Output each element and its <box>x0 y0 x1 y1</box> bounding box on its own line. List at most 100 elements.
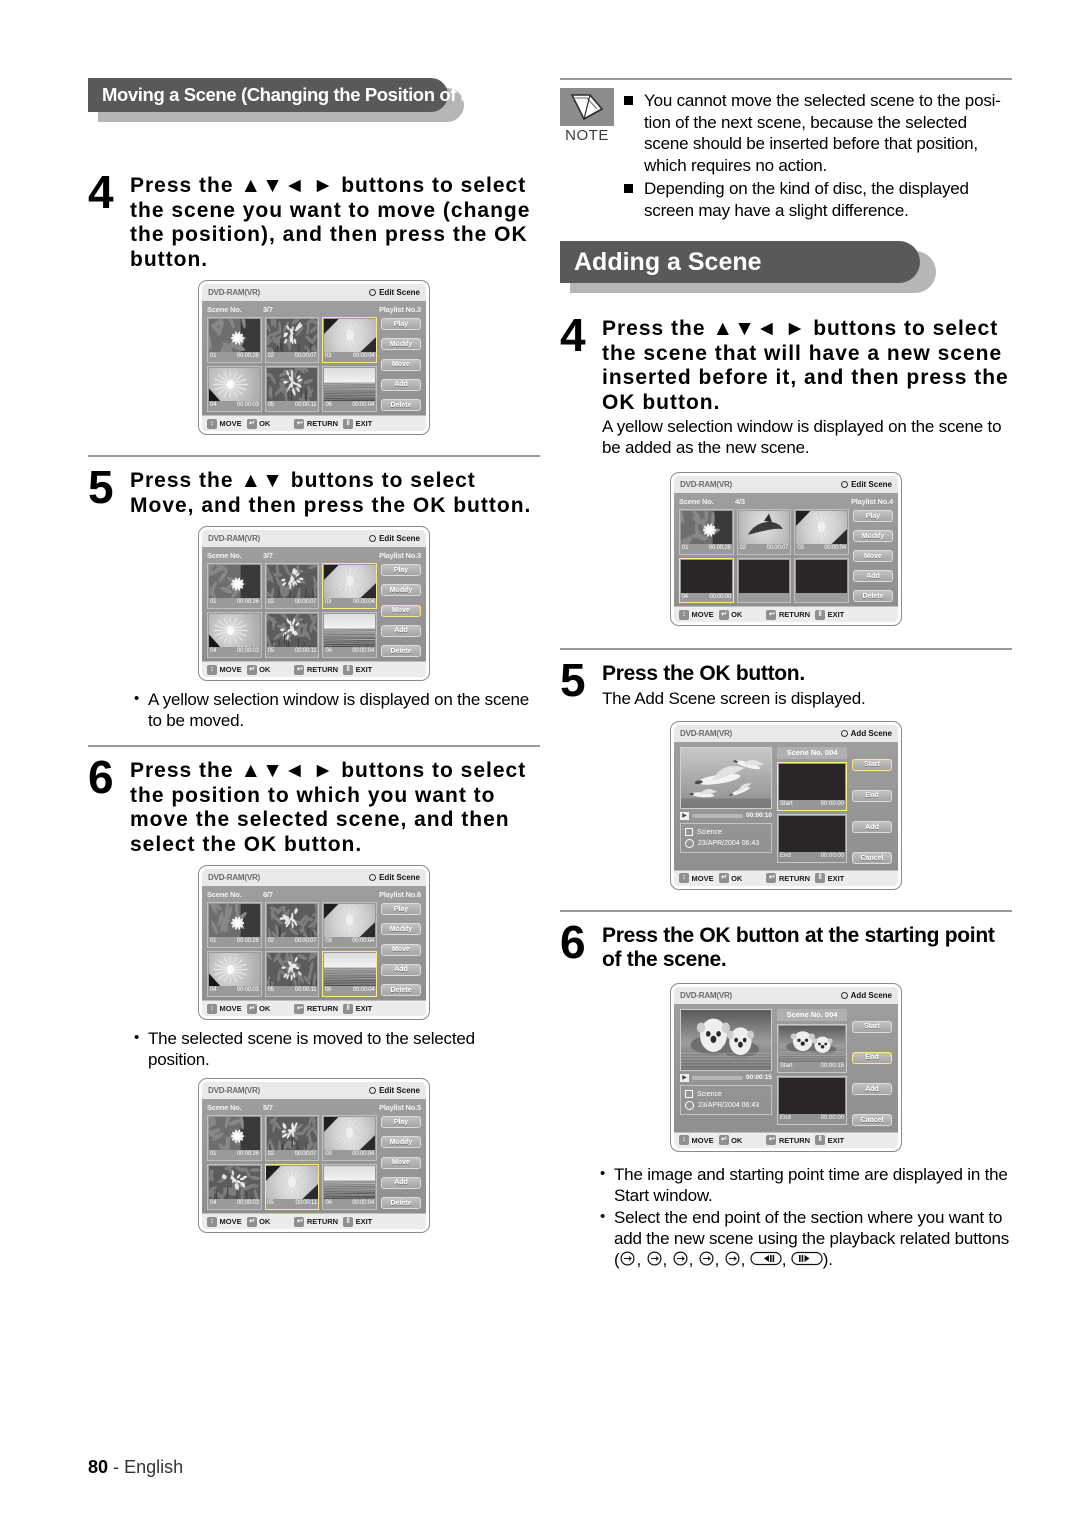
screen-button-modify[interactable]: Modify <box>381 584 421 596</box>
screen-button-play[interactable]: Play <box>381 903 421 915</box>
scene-cell[interactable] <box>794 558 849 603</box>
screen-button-cancel[interactable]: Cancel <box>852 852 892 864</box>
screen-button-start[interactable]: Start <box>852 1021 892 1033</box>
screen-button-add[interactable]: Add <box>852 821 892 833</box>
page-number: 80 <box>88 1457 108 1477</box>
scene-cell[interactable]: 06 00:00:04 <box>322 366 377 412</box>
scene-index: 05 <box>268 986 274 995</box>
playback-button-slow-forward-icon <box>791 1250 823 1271</box>
step-instruction: Press the OK button at the starting poin… <box>602 924 1012 973</box>
scene-cell[interactable]: 03 00:00:04 <box>322 563 377 609</box>
scene-cell[interactable]: 05 00:00:11 <box>265 951 320 997</box>
screen-button-delete[interactable]: Delete <box>381 984 421 996</box>
scene-duration: 00:00:04 <box>353 352 375 361</box>
scene-thumbnail <box>267 1117 318 1150</box>
scene-thumbnail-grid: 01 00:00:26 02 00:00:07 03 00:00:04 04 00:00:03… <box>207 563 377 658</box>
exit-icon: ‖ <box>343 419 353 429</box>
disc-type-label: DVD-RAM(VR) <box>680 480 732 489</box>
scene-cell[interactable]: 05 00:00:11 <box>265 612 320 658</box>
screen-button-add[interactable]: Add <box>852 1083 892 1095</box>
scene-cell[interactable]: 06 00:00:04 <box>322 612 377 658</box>
step-subtext: The Add Scene screen is displayed. <box>602 688 1012 709</box>
screen-button-move[interactable]: Move <box>381 359 421 371</box>
screen-button-play[interactable]: Play <box>853 510 893 522</box>
scene-index: 01 <box>210 598 216 607</box>
edit-button-column: Play Modify Move Add Delete <box>381 563 421 658</box>
scene-index: 03 <box>325 598 331 607</box>
scene-cell[interactable]: 02 00:00:07 <box>265 317 320 363</box>
screen-button-delete[interactable]: Delete <box>381 399 421 411</box>
scene-cell[interactable]: 01 00:00:26 <box>679 509 734 555</box>
footer-hint-return: ↩ RETURN <box>294 1004 338 1014</box>
section-banner-adding-scene: Adding a Scene <box>560 241 1012 295</box>
scene-cell[interactable]: 04 00:00:03 <box>207 1164 262 1210</box>
progress-track[interactable] <box>692 1076 743 1080</box>
scene-duration: 00:00:11 <box>296 1199 317 1208</box>
screen-button-end[interactable]: End <box>852 1052 892 1064</box>
screen-button-modify[interactable]: Modify <box>381 923 421 935</box>
scene-cell[interactable]: 05 00:00:11 <box>265 1164 320 1210</box>
scene-index: 04 <box>210 401 216 410</box>
scene-cell[interactable]: 04 00:00:03 <box>207 366 262 412</box>
scene-cell[interactable]: 01 00:00:26 <box>207 1115 262 1161</box>
note-text: You cannot move the selected scene to th… <box>644 90 1012 176</box>
scene-cell[interactable]: 05 00:00:11 <box>265 366 320 412</box>
screen-button-delete[interactable]: Delete <box>853 590 893 602</box>
screen-button-delete[interactable]: Delete <box>381 1197 421 1209</box>
scene-cell[interactable] <box>737 558 792 603</box>
playback-button-round-icon <box>619 1250 636 1271</box>
updown-arrows-icon: ↕ <box>207 665 217 675</box>
scene-cell[interactable]: 04 00:00:00 <box>679 558 734 603</box>
screen-button-add[interactable]: Add <box>381 964 421 976</box>
screen-button-add[interactable]: Add <box>381 379 421 391</box>
scene-cell[interactable]: 03 00:00:04 <box>322 902 377 948</box>
end-time: 00:00:00 <box>821 1114 844 1123</box>
screen-button-play[interactable]: Play <box>381 318 421 330</box>
screen-button-move[interactable]: Move <box>381 944 421 956</box>
page-separator: - <box>113 1457 119 1477</box>
screen-button-add[interactable]: Add <box>381 625 421 637</box>
playback-button-round-icon <box>672 1250 689 1271</box>
screen-button-add[interactable]: Add <box>381 1177 421 1189</box>
return-arrow-icon: ↩ <box>766 610 776 620</box>
scene-cell-meta: 02 00:00:07 <box>267 1150 318 1159</box>
scene-cell[interactable]: 06 00:00:04 <box>322 951 377 997</box>
scene-index: 05 <box>268 401 274 410</box>
screen-button-move[interactable]: Move <box>381 1157 421 1169</box>
playlist-label: Playlist No. <box>379 305 417 314</box>
scene-cell[interactable]: 02 00:00:07 <box>265 902 320 948</box>
scene-cell[interactable]: 01 00:00:26 <box>207 902 262 948</box>
list-item: A yellow selection window is displayed o… <box>134 689 540 731</box>
screen-button-play[interactable]: Play <box>381 564 421 576</box>
screen-button-move[interactable]: Move <box>381 605 421 617</box>
scene-cell[interactable]: 02 00:00:07 <box>737 509 792 555</box>
playlist-number: 4 <box>889 497 893 506</box>
scene-cell[interactable]: 02 00:00:07 <box>265 1115 320 1161</box>
screen-button-add[interactable]: Add <box>853 570 893 582</box>
scene-cell[interactable]: 04 00:00:03 <box>207 951 262 997</box>
screen-button-play[interactable]: Play <box>381 1116 421 1128</box>
screen-button-cancel[interactable]: Cancel <box>852 1114 892 1126</box>
footer-hint-label: MOVE <box>692 1136 714 1145</box>
scene-cell[interactable]: 02 00:00:07 <box>265 563 320 609</box>
exit-icon: ‖ <box>815 873 825 883</box>
progress-track[interactable] <box>692 814 743 818</box>
screen-button-modify[interactable]: Modify <box>381 338 421 350</box>
scene-duration: 00:00:11 <box>295 986 316 995</box>
scene-cell[interactable]: 03 00:00:04 <box>794 509 849 555</box>
screen-button-start[interactable]: Start <box>852 759 892 771</box>
scene-cell[interactable]: 01 00:00:26 <box>207 317 262 363</box>
scene-cell[interactable]: 01 00:00:26 <box>207 563 262 609</box>
disc-type-label: DVD-RAM(VR) <box>208 1086 260 1095</box>
scene-cell[interactable]: 03 00:00:04 <box>322 1115 377 1161</box>
screen-button-end[interactable]: End <box>852 790 892 802</box>
screen-button-modify[interactable]: Modify <box>853 530 893 542</box>
end-thumbnail <box>779 816 845 852</box>
screen-button-delete[interactable]: Delete <box>381 645 421 657</box>
scene-cell[interactable]: 06 00:00:04 <box>322 1164 377 1210</box>
screen-button-modify[interactable]: Modify <box>381 1136 421 1148</box>
scene-cell[interactable]: 04 00:00:03 <box>207 612 262 658</box>
tv-screen-edit-step5: DVD-RAM(VR) Edit Scene Scene No. 3/7 Pla… <box>198 526 430 681</box>
screen-button-move[interactable]: Move <box>853 550 893 562</box>
scene-cell[interactable]: 03 00:00:04 <box>322 317 377 363</box>
